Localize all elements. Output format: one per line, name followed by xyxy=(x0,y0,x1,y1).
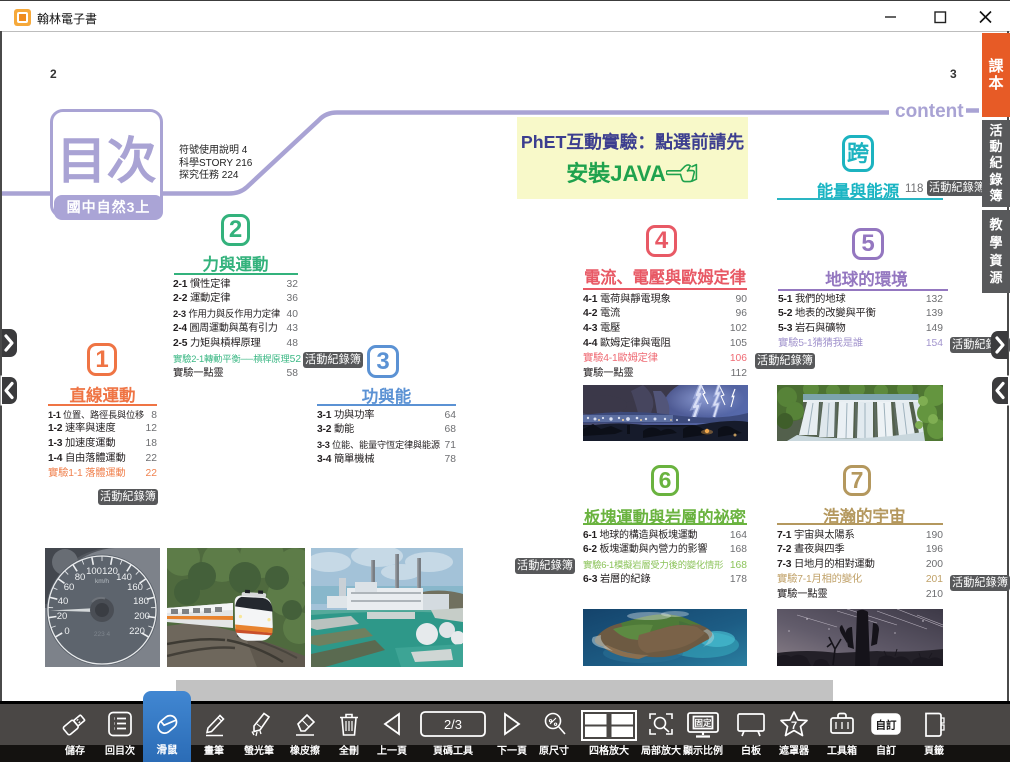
svg-text:40: 40 xyxy=(58,596,69,607)
svg-text:100: 100 xyxy=(86,566,102,577)
svg-text:180: 180 xyxy=(133,596,149,607)
svg-text:200: 200 xyxy=(134,611,150,622)
svg-text:0: 0 xyxy=(64,626,69,637)
svg-text:km/h: km/h xyxy=(95,578,109,585)
svg-text:223 4: 223 4 xyxy=(94,631,111,638)
svg-text:80: 80 xyxy=(75,572,86,583)
svg-text:7: 7 xyxy=(791,720,797,732)
svg-text:160: 160 xyxy=(127,582,143,593)
svg-text:220: 220 xyxy=(129,626,145,637)
svg-text:60: 60 xyxy=(64,582,75,593)
svg-text:固定: 固定 xyxy=(694,718,712,728)
svg-text:自訂: 自訂 xyxy=(876,719,897,732)
svg-text:2/3: 2/3 xyxy=(444,717,462,732)
svg-text:20: 20 xyxy=(57,611,68,622)
